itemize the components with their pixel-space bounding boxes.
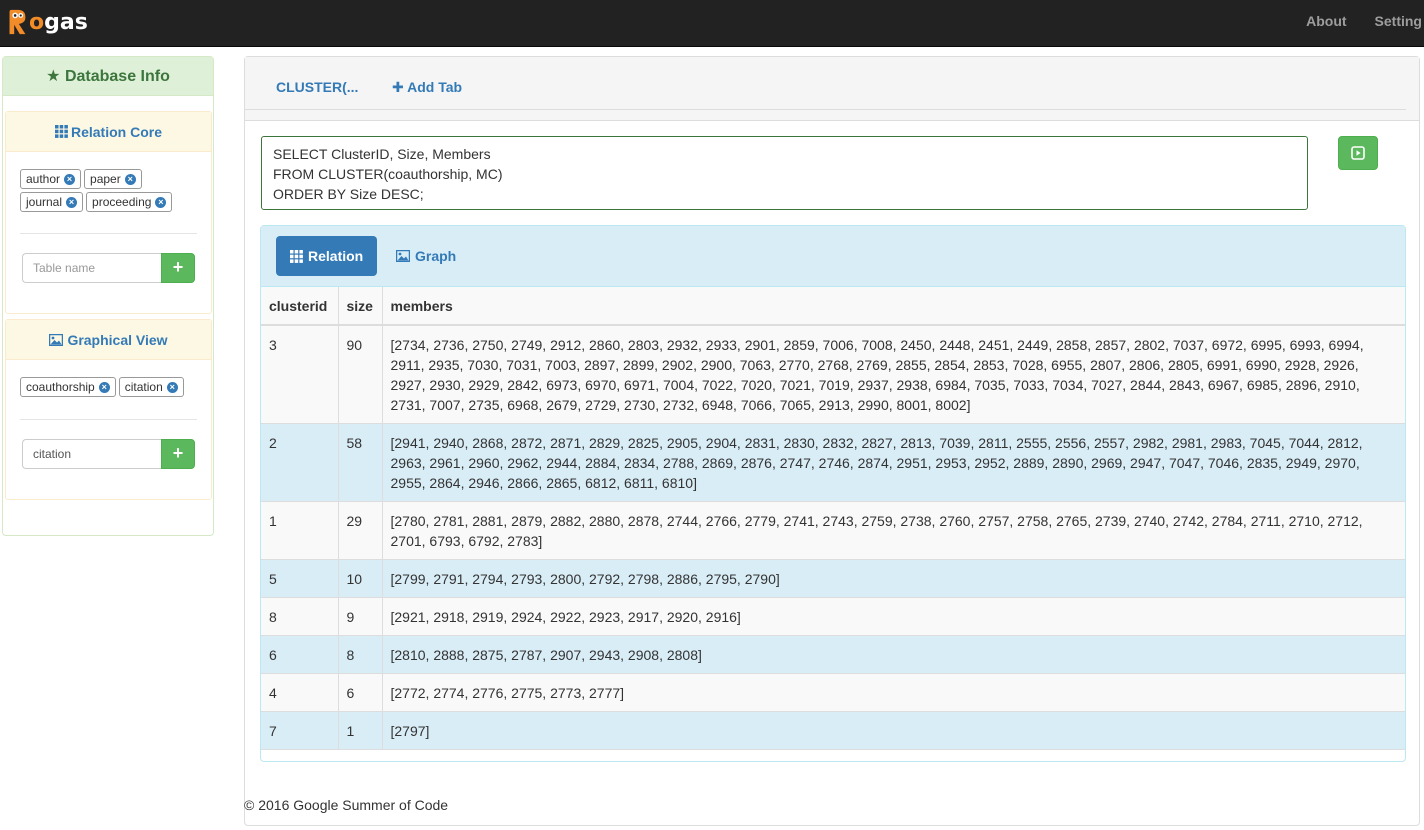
relation-tag[interactable]: paper × bbox=[84, 169, 142, 189]
result-table: clusterid size members 3 90 [2734, 2736,… bbox=[261, 287, 1405, 750]
picture-icon bbox=[396, 250, 410, 262]
cell-size: 58 bbox=[338, 423, 383, 502]
cell-size: 6 bbox=[338, 673, 383, 712]
tab-bar: CLUSTER(... ✚ Add Tab bbox=[245, 57, 1419, 121]
remove-icon[interactable]: × bbox=[66, 196, 78, 208]
column-header-size[interactable]: size bbox=[338, 287, 383, 326]
graphical-view-panel: Graphical View coauthorship× citation× + bbox=[5, 319, 212, 500]
table-row: 1 29 [2780, 2781, 2881, 2879, 2882, 2880… bbox=[261, 501, 1405, 560]
plus-icon: ✚ bbox=[392, 79, 404, 95]
divider bbox=[20, 419, 197, 420]
cell-members: [2780, 2781, 2881, 2879, 2882, 2880, 287… bbox=[382, 501, 1405, 560]
cell-members: [2797] bbox=[382, 711, 1405, 750]
cell-members: [2799, 2791, 2794, 2793, 2800, 2792, 279… bbox=[382, 559, 1405, 598]
owl-logo-icon bbox=[9, 9, 26, 35]
cell-size: 8 bbox=[338, 635, 383, 674]
top-navbar: ogas About Setting bbox=[0, 0, 1424, 47]
relation-tag[interactable]: proceeding × bbox=[86, 192, 173, 212]
graph-name-input[interactable] bbox=[22, 439, 161, 469]
nav-setting-link[interactable]: Setting bbox=[1361, 13, 1424, 35]
query-workspace: CLUSTER(... ✚ Add Tab SELECT ClusterID, … bbox=[244, 56, 1420, 826]
table-row: 6 8 [2810, 2888, 2875, 2787, 2907, 2943,… bbox=[261, 635, 1405, 674]
app-logo[interactable]: ogas bbox=[6, 6, 88, 38]
table-row: 3 90 [2734, 2736, 2750, 2749, 2912, 2860… bbox=[261, 324, 1405, 424]
remove-icon[interactable]: × bbox=[166, 381, 178, 393]
cell-clusterid: 6 bbox=[261, 635, 339, 674]
remove-icon[interactable]: × bbox=[98, 381, 110, 393]
cell-members: [2921, 2918, 2919, 2924, 2922, 2923, 291… bbox=[382, 597, 1405, 636]
relation-core-panel: Relation Core author × paper × journal × pr… bbox=[5, 111, 212, 314]
graphical-view-heading: Graphical View bbox=[6, 320, 211, 360]
remove-icon[interactable]: × bbox=[124, 173, 136, 185]
relation-tags: author × paper × journal × proceeding × bbox=[20, 169, 195, 212]
table-row: 4 6 [2772, 2774, 2776, 2775, 2773, 2777] bbox=[261, 673, 1405, 712]
remove-icon[interactable]: × bbox=[155, 196, 167, 208]
graph-tag[interactable]: citation × bbox=[118, 377, 184, 397]
tab-cluster-query[interactable]: CLUSTER(... bbox=[276, 79, 358, 95]
table-header-row: clusterid size members bbox=[261, 287, 1405, 326]
add-table-button[interactable]: + bbox=[161, 253, 195, 283]
divider bbox=[20, 233, 197, 234]
cell-size: 90 bbox=[338, 324, 383, 424]
cell-clusterid: 7 bbox=[261, 711, 339, 750]
add-graph-button[interactable]: + bbox=[161, 439, 195, 469]
add-tab-button[interactable]: ✚ Add Tab bbox=[392, 79, 462, 96]
cell-size: 10 bbox=[338, 559, 383, 598]
relation-view-tab[interactable]: Relation bbox=[276, 236, 378, 276]
cell-size: 9 bbox=[338, 597, 383, 636]
relation-tag[interactable]: journal × bbox=[20, 192, 84, 212]
query-line: SELECT ClusterID, Size, Members bbox=[273, 146, 491, 162]
cell-members: [2941, 2940, 2868, 2872, 2871, 2829, 282… bbox=[382, 423, 1405, 502]
query-editor[interactable]: SELECT ClusterID, Size, Members FROM CLU… bbox=[261, 136, 1308, 210]
page-footer: © 2016 Google Summer of Code bbox=[244, 797, 449, 813]
database-info-panel: ★ Database Info Relation Core author × pa… bbox=[2, 56, 214, 536]
run-query-button[interactable] bbox=[1338, 136, 1378, 170]
nav-links: About Setting bbox=[1292, 0, 1424, 47]
cell-members: [2810, 2888, 2875, 2787, 2907, 2943, 290… bbox=[382, 635, 1405, 674]
logo-text: ogas bbox=[29, 9, 88, 35]
grid-icon bbox=[54, 125, 68, 138]
cell-members: [2772, 2774, 2776, 2775, 2773, 2777] bbox=[382, 673, 1405, 712]
relation-tag[interactable]: author × bbox=[20, 169, 82, 189]
nav-about-link[interactable]: About bbox=[1292, 13, 1360, 35]
cell-clusterid: 1 bbox=[261, 501, 339, 560]
cell-clusterid: 3 bbox=[261, 324, 339, 424]
cell-size: 1 bbox=[338, 711, 383, 750]
cell-members: [2734, 2736, 2750, 2749, 2912, 2860, 280… bbox=[382, 324, 1405, 424]
query-line: ORDER BY Size DESC; bbox=[273, 186, 424, 202]
table-row: 5 10 [2799, 2791, 2794, 2793, 2800, 2792… bbox=[261, 559, 1405, 598]
result-panel: Relation Graph clusterid size members 3 … bbox=[260, 225, 1406, 762]
graph-tags: coauthorship × citation × bbox=[20, 377, 195, 397]
tab-list: CLUSTER(... ✚ Add Tab bbox=[245, 57, 1406, 110]
cell-clusterid: 2 bbox=[261, 423, 339, 502]
cell-clusterid: 8 bbox=[261, 597, 339, 636]
table-name-input-group: + bbox=[22, 253, 195, 283]
table-row: 8 9 [2921, 2918, 2919, 2924, 2922, 2923,… bbox=[261, 597, 1405, 636]
table-row: 2 58 [2941, 2940, 2868, 2872, 2871, 2829… bbox=[261, 423, 1405, 502]
picture-icon bbox=[49, 333, 64, 347]
column-header-members[interactable]: members bbox=[382, 287, 1405, 326]
remove-icon[interactable]: × bbox=[64, 173, 76, 185]
graph-tag[interactable]: coauthorship × bbox=[20, 377, 116, 397]
column-header-clusterid[interactable]: clusterid bbox=[261, 287, 339, 326]
graph-name-input-group: + bbox=[22, 439, 195, 469]
play-icon bbox=[1351, 146, 1365, 160]
cell-clusterid: 5 bbox=[261, 559, 339, 598]
database-info-heading: ★ Database Info bbox=[3, 57, 213, 96]
star-icon: ★ bbox=[46, 68, 61, 85]
query-line: FROM CLUSTER(coauthorship, MC) bbox=[273, 166, 503, 182]
table-name-input[interactable] bbox=[22, 253, 161, 283]
table-row: 7 1 [2797] bbox=[261, 711, 1405, 750]
cell-size: 29 bbox=[338, 501, 383, 560]
graph-view-tab[interactable]: Graph bbox=[382, 236, 470, 276]
relation-core-heading: Relation Core bbox=[6, 112, 211, 152]
cell-clusterid: 4 bbox=[261, 673, 339, 712]
result-view-tabs: Relation Graph bbox=[261, 226, 1405, 287]
grid-icon bbox=[290, 249, 303, 263]
